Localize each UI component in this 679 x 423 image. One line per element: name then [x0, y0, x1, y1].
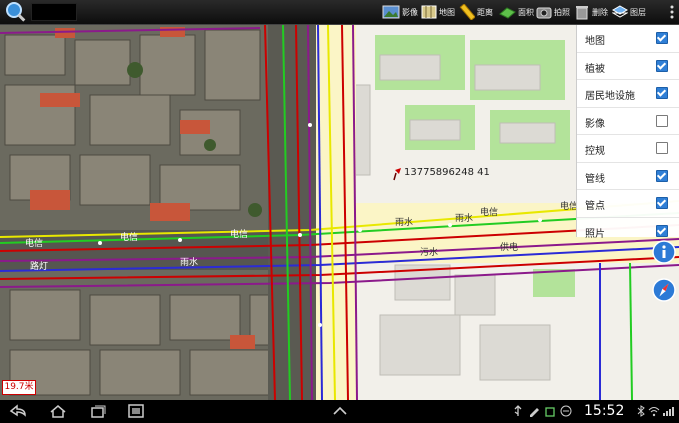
- phone-label: 13775896248 41: [404, 167, 490, 178]
- layer-row-planning[interactable]: 控规: [577, 135, 679, 163]
- svg-text:雨水: 雨水: [395, 216, 413, 228]
- map-button[interactable]: 地图: [421, 2, 455, 22]
- svg-text:电信: 电信: [480, 206, 498, 218]
- ruler-icon: [459, 4, 475, 20]
- home-button[interactable]: [48, 403, 68, 419]
- svg-text:电信: 电信: [230, 228, 248, 240]
- image-layer-icon: [382, 5, 400, 19]
- map-checkbox[interactable]: [656, 32, 668, 44]
- do-not-disturb-icon: [560, 405, 572, 417]
- image-layer-button[interactable]: 影像: [382, 2, 418, 22]
- system-navbar: 15:52: [0, 401, 679, 421]
- status-clock: 15:52: [584, 403, 625, 419]
- wifi-icon: [648, 407, 660, 417]
- area-button[interactable]: 面积: [498, 2, 534, 22]
- planning-checkbox[interactable]: [656, 142, 668, 154]
- distance-button[interactable]: 距离: [459, 2, 493, 22]
- screenshot-icon: [128, 404, 144, 418]
- screenshot-button[interactable]: [126, 403, 146, 419]
- svg-text:污水: 污水: [420, 246, 438, 258]
- info-icon: [652, 240, 676, 264]
- recent-apps-button[interactable]: [88, 403, 108, 419]
- compass-icon: [652, 278, 676, 302]
- layer-row-residential[interactable]: 居民地设施: [577, 80, 679, 108]
- svg-text:雨水: 雨水: [455, 212, 473, 224]
- app-title-box: [31, 3, 77, 21]
- layer-row-pipelines[interactable]: 管线: [577, 163, 679, 190]
- svg-text:电信: 电信: [25, 237, 43, 249]
- battery-saver-icon: [545, 407, 555, 417]
- photos-checkbox[interactable]: [656, 224, 668, 237]
- back-button[interactable]: [8, 403, 28, 419]
- usb-icon: [514, 405, 522, 416]
- delete-icon: [576, 6, 588, 20]
- layer-row-imagery[interactable]: 影像: [577, 108, 679, 135]
- pipelines-checkbox[interactable]: [656, 169, 668, 182]
- vegetation-checkbox[interactable]: [656, 59, 668, 72]
- layer-row-vegetation[interactable]: 植被: [577, 53, 679, 80]
- area-icon: [499, 7, 516, 19]
- bluetooth-icon: [637, 405, 645, 417]
- chevron-up-icon: [333, 406, 347, 415]
- layer-row-pipe-points[interactable]: 管点: [577, 190, 679, 218]
- search-app-icon[interactable]: [3, 1, 27, 23]
- camera-icon: [536, 7, 552, 19]
- top-toolbar: 影像 地图 距离 面积 拍照 删除 图层: [0, 0, 679, 25]
- info-button[interactable]: [652, 240, 676, 264]
- edit-icon: [530, 408, 539, 417]
- layers-icon: [612, 5, 628, 18]
- svg-text:电信: 电信: [120, 231, 138, 243]
- residential-checkbox[interactable]: [656, 87, 668, 99]
- svg-text:雨水: 雨水: [180, 256, 198, 268]
- layer-row-map[interactable]: 地图: [577, 25, 679, 53]
- svg-text:路灯: 路灯: [30, 260, 48, 272]
- signal-battery-icon: [663, 407, 674, 416]
- scale-label: 19.7米: [2, 380, 36, 395]
- map-icon: [421, 5, 437, 19]
- compass-button[interactable]: [652, 278, 676, 302]
- overflow-menu-icon[interactable]: [669, 4, 675, 20]
- recent-apps-icon: [91, 405, 106, 418]
- svg-text:供电: 供电: [500, 241, 518, 253]
- imagery-checkbox[interactable]: [656, 114, 668, 127]
- expand-up-button[interactable]: [330, 403, 350, 419]
- delete-button[interactable]: 删除: [574, 2, 608, 22]
- home-icon: [50, 405, 66, 418]
- back-icon: [9, 404, 26, 417]
- pipe-points-checkbox[interactable]: [656, 197, 668, 209]
- layer-panel: 地图 植被 居民地设施 影像 控规 管线 管点 照片: [576, 25, 679, 240]
- camera-button[interactable]: 拍照: [536, 2, 570, 22]
- layers-button[interactable]: 图层: [612, 2, 646, 22]
